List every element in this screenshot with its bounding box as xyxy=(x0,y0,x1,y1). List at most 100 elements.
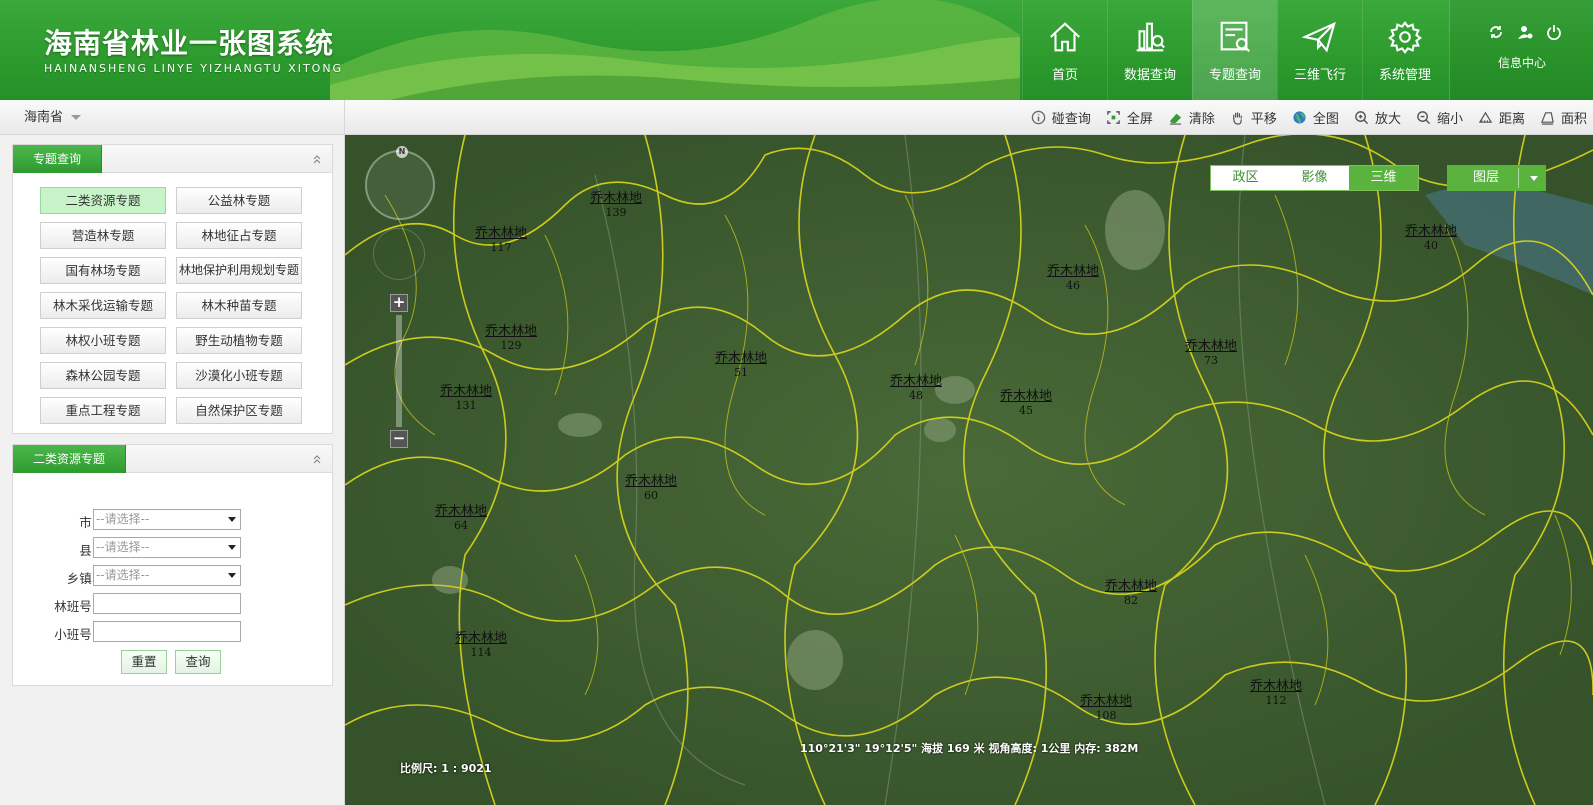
parcel-labels: 乔木林地 139 乔木林地 117 乔木林地 129 乔木林地 131 乔木林地 46 乔… xyxy=(345,135,1593,805)
topic-button[interactable]: 林地保护利用规划专题 xyxy=(176,257,302,284)
parcel-label[interactable]: 乔木林地 46 xyxy=(1047,260,1099,292)
parcel-label[interactable]: 乔木林地 40 xyxy=(1405,220,1457,252)
user-area: 信息中心 xyxy=(1449,0,1593,100)
nav-system-admin[interactable]: 系统管理 xyxy=(1362,0,1447,100)
region-selected: 海南省 xyxy=(24,110,64,125)
zoom-slider[interactable] xyxy=(396,315,402,427)
panel-title: 专题查询 xyxy=(13,145,103,173)
city-select[interactable]: --请选择-- xyxy=(93,509,241,530)
forest-block-row: 林班号: xyxy=(13,593,333,615)
sub-block-input[interactable] xyxy=(93,621,241,642)
collapse-icon[interactable] xyxy=(312,454,322,464)
basemap-switcher: 政区 影像 三维 xyxy=(1210,165,1419,191)
county-row: 县: --请选择-- xyxy=(13,537,333,559)
data-query-icon xyxy=(1136,22,1165,52)
topic-button[interactable]: 林木种苗专题 xyxy=(176,292,302,319)
user-settings-icon[interactable] xyxy=(1517,24,1534,41)
parcel-label[interactable]: 乔木林地 129 xyxy=(485,320,537,352)
reset-button[interactable]: 重置 xyxy=(121,650,167,674)
parcel-label[interactable]: 乔木林地 45 xyxy=(1000,385,1052,417)
town-select-value: --请选择-- xyxy=(96,568,150,582)
compass-control[interactable]: N xyxy=(365,146,435,220)
zoom-in-button[interactable]: + xyxy=(390,294,408,312)
tool-zoom-in[interactable]: 放大 xyxy=(1354,108,1401,127)
forest-block-input[interactable] xyxy=(93,593,241,614)
topic-button[interactable]: 林木采伐运输专题 xyxy=(40,292,166,319)
info-center-link[interactable]: 信息中心 xyxy=(1450,54,1593,71)
town-label: 乡镇: xyxy=(66,571,96,586)
topic-button[interactable]: 自然保护区专题 xyxy=(176,397,302,424)
zoom-out-icon xyxy=(1417,110,1431,124)
nav-3d-flight[interactable]: 三维飞行 xyxy=(1277,0,1362,100)
tool-fullscreen[interactable]: 全屏 xyxy=(1106,108,1153,127)
tool-measure-distance[interactable]: 距离 xyxy=(1478,108,1525,127)
app-title: 海南省林业一张图系统 xyxy=(44,27,335,60)
parcel-label[interactable]: 乔木林地 73 xyxy=(1185,335,1237,367)
town-select[interactable]: --请选择-- xyxy=(93,565,241,586)
zoom-out-button[interactable]: − xyxy=(390,430,408,448)
hand-icon xyxy=(1233,111,1242,125)
layer-button[interactable]: 图层 xyxy=(1447,165,1546,191)
topic-button[interactable]: 二类资源专题 xyxy=(40,187,166,214)
city-select-value: --请选择-- xyxy=(96,512,150,526)
parcel-label[interactable]: 乔木林地 131 xyxy=(440,380,492,412)
parcel-label[interactable]: 乔木林地 48 xyxy=(890,370,942,402)
topic-button[interactable]: 公益林专题 xyxy=(176,187,302,214)
topic-button[interactable]: 野生动植物专题 xyxy=(176,327,302,354)
main-nav: 首页 数据查询 专题查询 三维飞行 系统管理 xyxy=(1022,0,1447,100)
left-sidebar: 海南省 专题查询 二类资源专题 公益林专题 营造林专题 林地征占专题 国有林场专… xyxy=(0,100,345,805)
parcel-label[interactable]: 乔木林地 114 xyxy=(455,627,507,659)
parcel-label[interactable]: 乔木林地 64 xyxy=(435,500,487,532)
topic-button[interactable]: 森林公园专题 xyxy=(40,362,166,389)
map-view[interactable]: 乔木林地 139 乔木林地 117 乔木林地 129 乔木林地 131 乔木林地 46 乔… xyxy=(345,135,1593,805)
nav-3d-flight-label: 三维飞行 xyxy=(1293,68,1346,83)
county-select-value: --请选择-- xyxy=(96,540,150,554)
globe-icon xyxy=(1293,110,1306,124)
tool-fullscreen-label: 全屏 xyxy=(1126,111,1153,127)
parcel-label[interactable]: 乔木林地 108 xyxy=(1080,690,1132,722)
county-select[interactable]: --请选择-- xyxy=(93,537,241,558)
zoom-in-icon xyxy=(1355,110,1369,124)
parcel-label[interactable]: 乔木林地 82 xyxy=(1105,575,1157,607)
topic-query-icon xyxy=(1220,21,1250,52)
topic-button[interactable]: 林地征占专题 xyxy=(176,222,302,249)
tool-measure-area[interactable]: 面积 xyxy=(1540,108,1587,127)
topic-button[interactable]: 国有林场专题 xyxy=(40,257,166,284)
tool-clear[interactable]: 清除 xyxy=(1168,108,1215,127)
nav-topic-query[interactable]: 专题查询 xyxy=(1192,0,1277,100)
topic-button[interactable]: 沙漠化小班专题 xyxy=(176,362,302,389)
basemap-3d[interactable]: 三维 xyxy=(1349,166,1418,190)
chevron-down-icon xyxy=(1530,176,1538,181)
tool-zoom-out-label: 缩小 xyxy=(1436,111,1463,127)
tool-zoom-out[interactable]: 缩小 xyxy=(1416,108,1463,127)
parcel-label[interactable]: 乔木林地 139 xyxy=(590,187,642,219)
panel-title: 二类资源专题 xyxy=(13,445,127,473)
tool-measure-distance-label: 距离 xyxy=(1498,111,1525,127)
header-banner-hills xyxy=(330,0,1020,100)
tool-full-extent[interactable]: 全图 xyxy=(1292,108,1339,127)
dropdown-arrow-icon xyxy=(228,517,236,522)
topic-button[interactable]: 营造林专题 xyxy=(40,222,166,249)
parcel-label[interactable]: 乔木林地 112 xyxy=(1250,675,1302,707)
power-icon[interactable] xyxy=(1546,24,1563,41)
tool-pan[interactable]: 平移 xyxy=(1230,108,1277,127)
basemap-imagery[interactable]: 影像 xyxy=(1280,166,1349,190)
parcel-label[interactable]: 乔木林地 51 xyxy=(715,347,767,379)
nav-home[interactable]: 首页 xyxy=(1022,0,1107,100)
tool-identify[interactable]: 碰查询 xyxy=(1031,108,1091,127)
topic-button[interactable]: 林权小班专题 xyxy=(40,327,166,354)
basemap-admin[interactable]: 政区 xyxy=(1211,166,1280,190)
panel-header: 专题查询 xyxy=(13,145,332,173)
parcel-label[interactable]: 乔木林地 117 xyxy=(475,222,527,254)
tilt-control[interactable] xyxy=(373,228,425,280)
nav-data-query-label: 数据查询 xyxy=(1123,68,1176,83)
query-button[interactable]: 查询 xyxy=(175,650,221,674)
region-selector[interactable]: 海南省 xyxy=(0,100,344,135)
collapse-icon[interactable] xyxy=(312,154,322,164)
parcel-label[interactable]: 乔木林地 60 xyxy=(625,470,677,502)
town-row: 乡镇: --请选择-- xyxy=(13,565,333,587)
refresh-icon[interactable] xyxy=(1488,24,1505,41)
map-toolbar: 碰查询 全屏 清除 平移 全图 放大 缩小 距离 面积 xyxy=(345,100,1593,135)
nav-data-query[interactable]: 数据查询 xyxy=(1107,0,1192,100)
topic-button[interactable]: 重点工程专题 xyxy=(40,397,166,424)
